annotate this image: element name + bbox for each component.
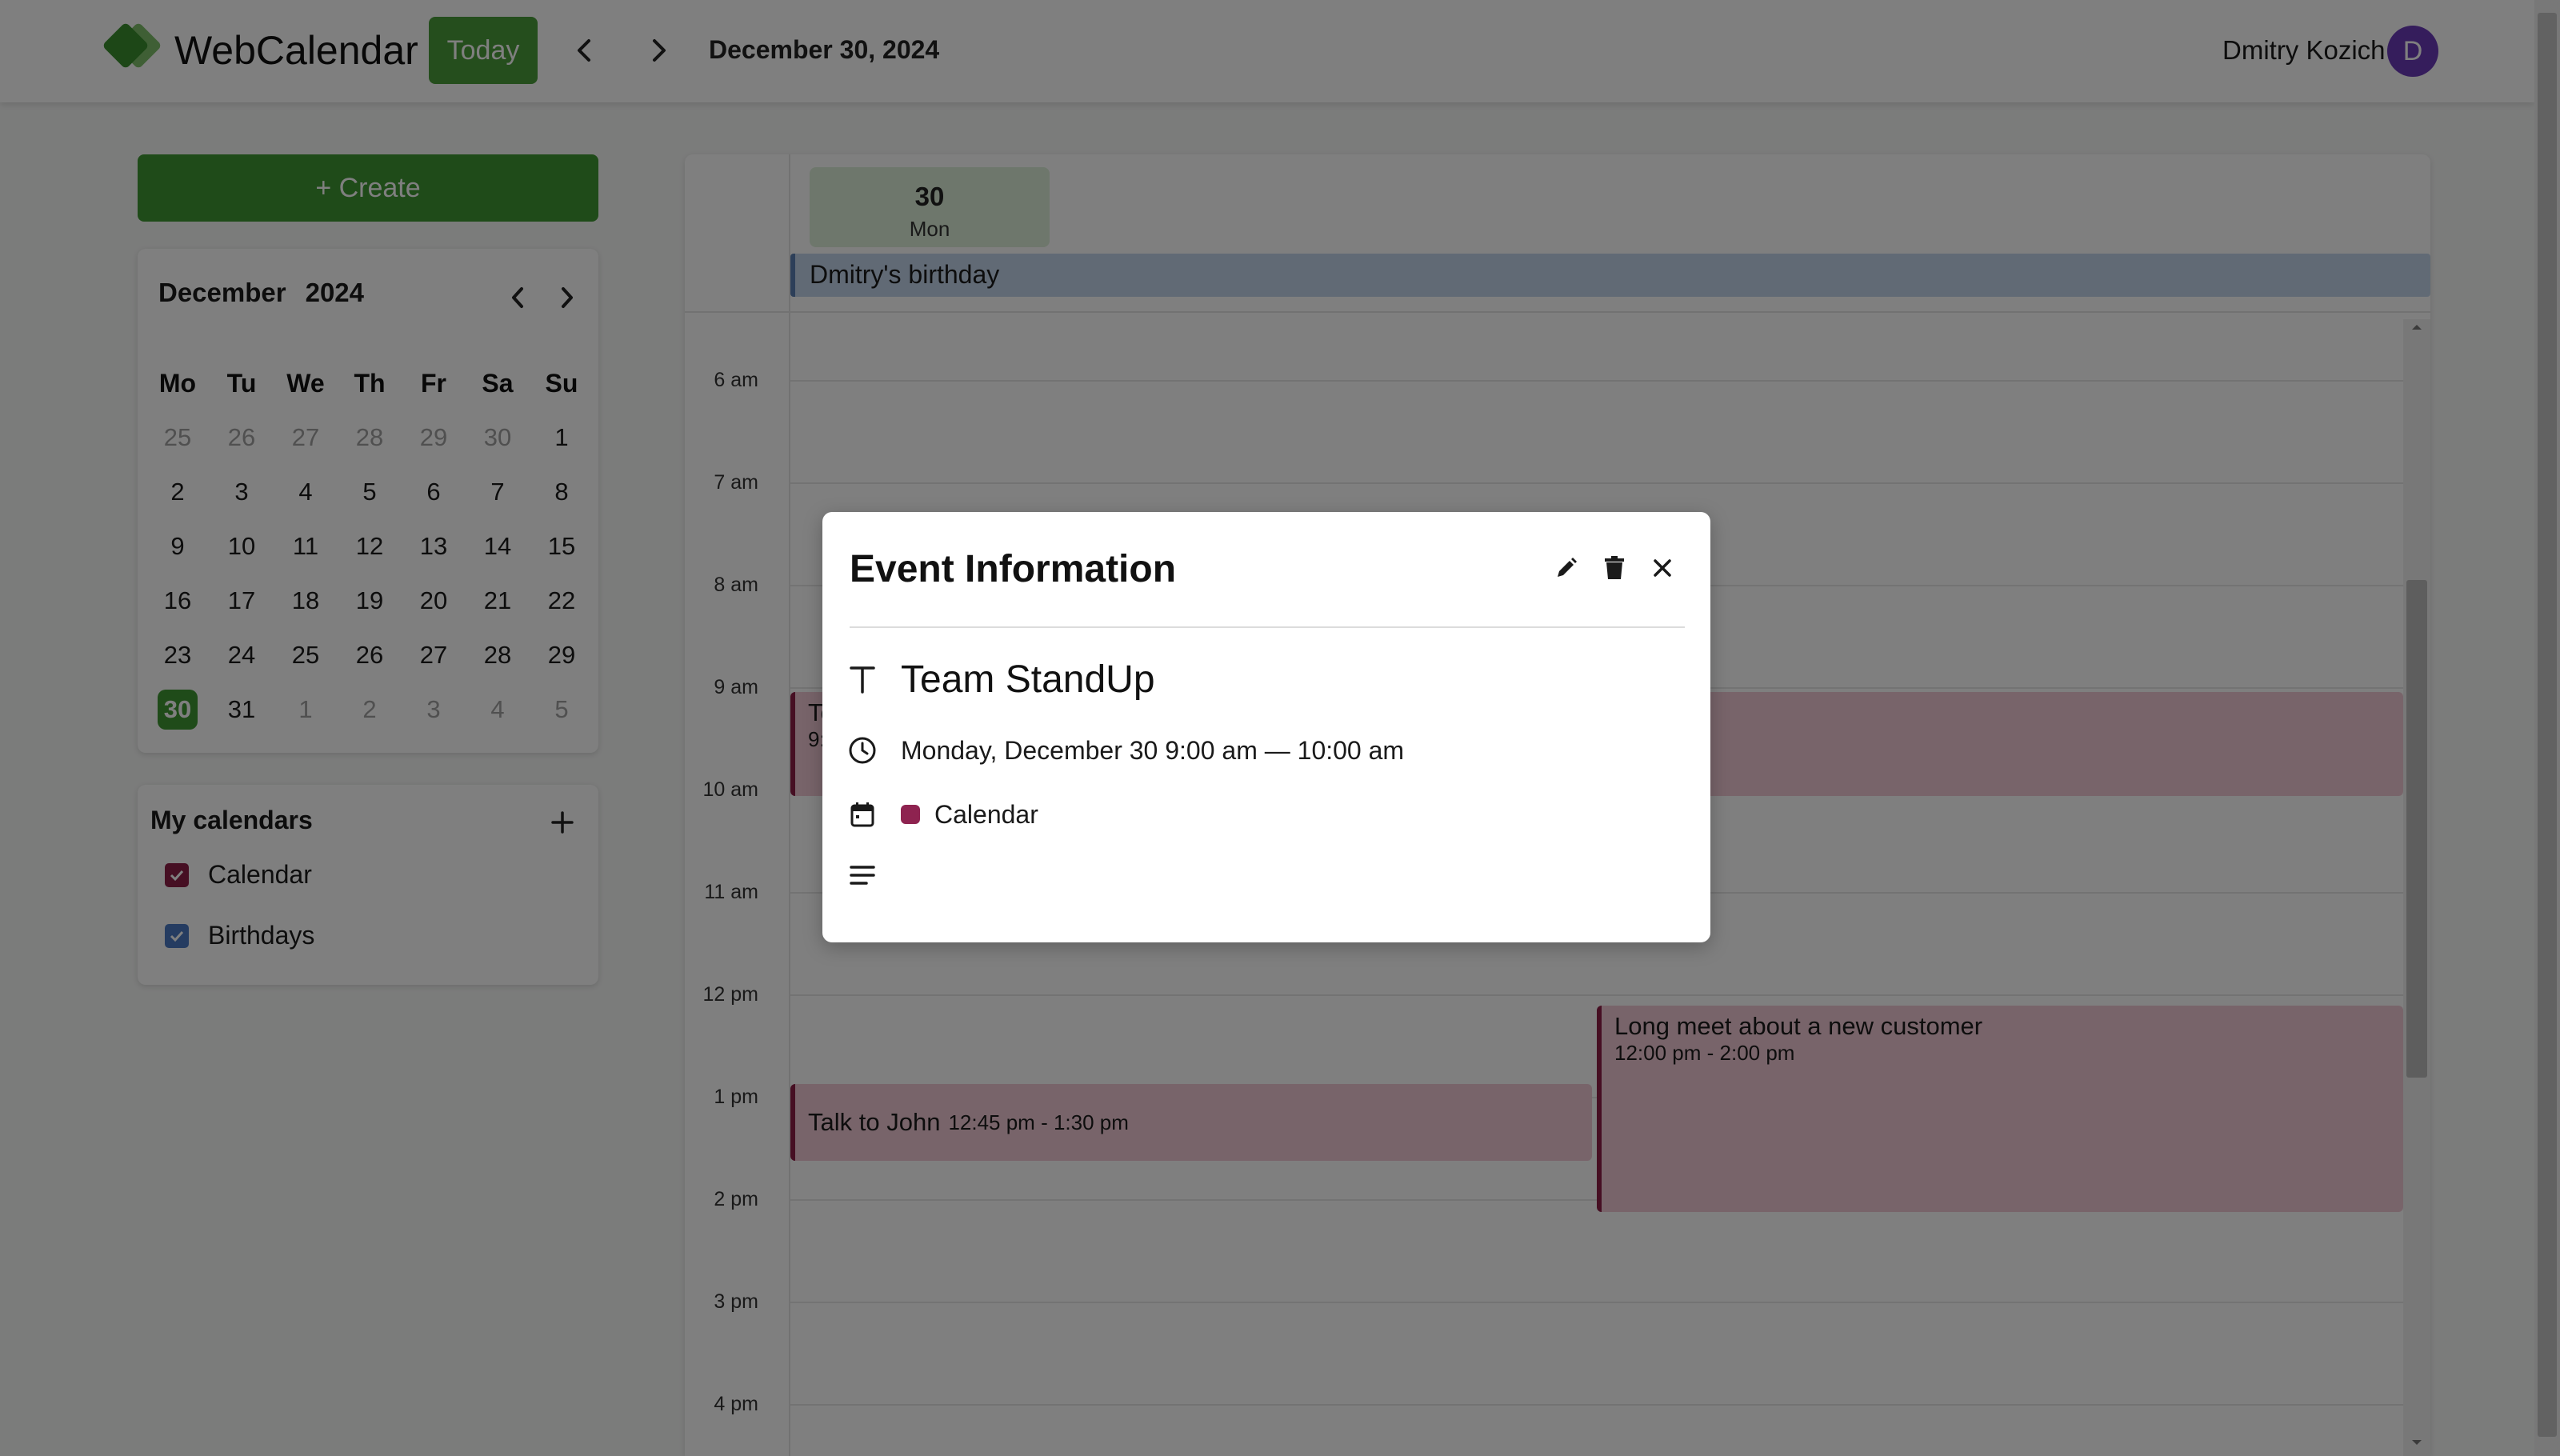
close-icon bbox=[1654, 559, 1671, 577]
edit-button[interactable] bbox=[1549, 550, 1584, 586]
description-icon bbox=[845, 858, 880, 893]
pencil-icon bbox=[1558, 558, 1577, 577]
close-button[interactable] bbox=[1645, 550, 1680, 586]
event-time-row: Monday, December 30 9:00 am — 10:00 am bbox=[845, 733, 1404, 768]
event-calendar-row: Calendar bbox=[845, 797, 1038, 832]
trash-icon bbox=[1605, 556, 1624, 579]
delete-button[interactable] bbox=[1597, 550, 1632, 586]
event-description-row bbox=[845, 858, 901, 893]
calendar-color-dot bbox=[901, 805, 920, 824]
event-info-dialog: Event Information Team StandUp Monday, D… bbox=[822, 512, 1710, 942]
dialog-title: Event Information bbox=[850, 548, 1177, 590]
dialog-actions bbox=[1549, 550, 1680, 586]
event-title: Team StandUp bbox=[901, 658, 1155, 701]
event-title-row: Team StandUp bbox=[845, 658, 1155, 702]
dialog-divider bbox=[850, 626, 1685, 628]
calendar-name: Calendar bbox=[934, 799, 1038, 829]
calendar-icon bbox=[845, 797, 880, 832]
event-time: Monday, December 30 9:00 am — 10:00 am bbox=[901, 735, 1405, 765]
event-calendar: Calendar bbox=[901, 800, 1038, 830]
clock-icon bbox=[845, 733, 880, 768]
text-title-icon bbox=[845, 662, 880, 698]
